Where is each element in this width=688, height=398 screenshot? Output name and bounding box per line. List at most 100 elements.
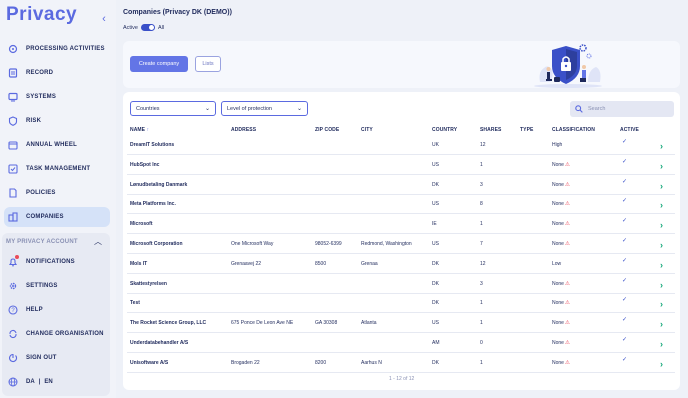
chevron-right-icon[interactable]: › bbox=[660, 136, 663, 156]
sidebar-item-record[interactable]: RECORD bbox=[4, 63, 110, 83]
wheel-icon bbox=[8, 140, 18, 150]
sidebar-item-label: SIGN OUT bbox=[26, 355, 57, 361]
table-row[interactable]: Mols IT Grenaavej 22 8500 Grenaa DK 12 Low ✓ › bbox=[127, 254, 675, 274]
table-row[interactable]: DreamIT Solutions UK 12 High ✓ › bbox=[127, 135, 675, 155]
chevron-right-icon[interactable]: › bbox=[660, 275, 663, 295]
lang-da[interactable]: DA bbox=[26, 379, 35, 385]
gear-icon bbox=[8, 281, 18, 291]
sidebar-item-label: RECORD bbox=[26, 70, 54, 76]
chevron-right-icon[interactable]: › bbox=[660, 255, 663, 275]
check-icon: ✓ bbox=[622, 158, 628, 165]
active-all-toggle[interactable] bbox=[140, 24, 155, 31]
cell-country: DK bbox=[432, 280, 439, 287]
cell-classification: None⚠ bbox=[552, 313, 570, 333]
sidebar-item-risk[interactable]: RISK bbox=[4, 111, 110, 131]
lang-separator: | bbox=[38, 379, 41, 385]
cell-shares: 1 bbox=[480, 161, 483, 168]
sidebar-item-label: RISK bbox=[26, 118, 42, 124]
table-row[interactable]: Test DK 1 None⚠ ✓ › bbox=[127, 293, 675, 314]
lang-en[interactable]: EN bbox=[44, 379, 52, 385]
chevron-right-icon[interactable]: › bbox=[660, 334, 663, 354]
table-row[interactable]: Unisoftware A/S Brogaden 22 8200 Aarhus N DK… bbox=[127, 353, 675, 373]
create-company-button[interactable]: Create company bbox=[130, 56, 188, 72]
column-header-label: NAME bbox=[130, 127, 146, 133]
table-row[interactable]: Skattestyrelsen DK 3 None⚠ ✓ › bbox=[127, 274, 675, 294]
classification-value: None bbox=[552, 359, 564, 366]
warning-icon: ⚠ bbox=[564, 320, 570, 327]
cell-country: UK bbox=[432, 142, 439, 148]
warning-icon: ⚠ bbox=[564, 340, 570, 346]
chevron-right-icon[interactable]: › bbox=[660, 314, 663, 334]
check-icon: ✓ bbox=[622, 356, 628, 363]
task-icon bbox=[8, 164, 18, 174]
table-row[interactable]: Underdatabehandler A/S AM 0 None⚠ ✓ › bbox=[127, 333, 675, 353]
cell-address: 675 Ponce De Leon Ave NE bbox=[231, 320, 294, 327]
sidebar-item-policies[interactable]: POLICIES bbox=[4, 183, 110, 203]
column-header-classification[interactable]: CLASSIFICATION bbox=[552, 127, 595, 133]
chevron-right-icon[interactable]: › bbox=[660, 195, 663, 215]
search-input[interactable] bbox=[588, 106, 668, 112]
warning-icon: ⚠ bbox=[564, 181, 570, 188]
cell-classification: None⚠ bbox=[552, 353, 570, 373]
chevron-up-icon[interactable]: ︿ bbox=[92, 236, 104, 248]
cell-name: Test bbox=[130, 300, 140, 307]
cell-country: US bbox=[432, 241, 439, 247]
table-row[interactable]: The Rocket Science Group, LLC 675 Ponce D… bbox=[127, 313, 675, 334]
cell-shares: 1 bbox=[480, 359, 483, 366]
sidebar-item-label: SETTINGS bbox=[26, 283, 58, 289]
chevron-right-icon[interactable]: › bbox=[660, 235, 663, 255]
check-icon: ✓ bbox=[622, 277, 628, 284]
check-icon: ✓ bbox=[622, 337, 628, 343]
sidebar-item-settings[interactable]: SETTINGS bbox=[4, 276, 110, 296]
warning-icon: ⚠ bbox=[564, 201, 570, 208]
column-header-type[interactable]: TYPE bbox=[520, 127, 533, 133]
cell-name: The Rocket Science Group, LLC bbox=[130, 320, 207, 327]
chevron-right-icon[interactable]: › bbox=[660, 176, 663, 196]
column-header-country[interactable]: COUNTRY bbox=[432, 127, 457, 133]
sidebar-item-help[interactable]: ? HELP bbox=[4, 300, 110, 320]
sidebar-item-task-management[interactable]: TASK MANAGEMENT bbox=[4, 159, 110, 179]
column-header-shares[interactable]: SHARES bbox=[480, 127, 501, 133]
sidebar-item-label: POLICIES bbox=[26, 190, 56, 196]
column-header-city[interactable]: CITY bbox=[361, 127, 373, 133]
table-row[interactable]: Microsoft IE 1 None⚠ ✓ › bbox=[127, 214, 675, 235]
cell-city: Atlanta bbox=[361, 320, 377, 327]
warning-icon: ⚠ bbox=[564, 300, 570, 307]
column-header-zip[interactable]: ZIP CODE bbox=[315, 127, 339, 133]
sidebar-item-label: COMPANIES bbox=[26, 214, 64, 220]
chevron-right-icon[interactable]: › bbox=[660, 354, 663, 374]
table-row[interactable]: Lønudbetaling Danmark DK 3 None⚠ ✓ › bbox=[127, 175, 675, 195]
column-header-name[interactable]: NAME ↑ bbox=[130, 127, 149, 133]
column-header-address[interactable]: ADDRESS bbox=[231, 127, 256, 133]
table-row[interactable]: HubSpot Inc US 1 None⚠ ✓ › bbox=[127, 155, 675, 175]
sidebar-item-change-organisation[interactable]: CHANGE ORGANISATION bbox=[4, 324, 110, 344]
toggle-label-all: All bbox=[157, 24, 165, 31]
sidebar-item-label: PROCESSING ACTIVITIES bbox=[26, 46, 105, 52]
cell-country: US bbox=[432, 201, 439, 208]
countries-select-value: Countries bbox=[136, 105, 160, 112]
sidebar-item-systems[interactable]: SYSTEMS bbox=[4, 87, 110, 107]
countries-select[interactable]: Countries ⌄ bbox=[130, 101, 216, 116]
cell-country: AM bbox=[432, 340, 440, 346]
sidebar-item-companies[interactable]: COMPANIES bbox=[4, 207, 110, 227]
sidebar-item-notifications[interactable]: NOTIFICATIONS bbox=[4, 252, 110, 272]
table-row[interactable]: Meta Platforms Inc. US 8 None⚠ ✓ › bbox=[127, 194, 675, 215]
cell-classification: None⚠ bbox=[552, 214, 570, 234]
pagination-info: 1 - 12 of 12 bbox=[389, 376, 415, 382]
chevron-right-icon[interactable]: › bbox=[660, 156, 663, 176]
level-of-protection-select[interactable]: Level of protection ⌄ bbox=[221, 101, 308, 116]
risk-icon bbox=[8, 116, 18, 126]
chevron-left-icon[interactable]: ‹ bbox=[98, 12, 110, 26]
cell-shares: 7 bbox=[480, 241, 483, 247]
sidebar-item-processing-activities[interactable]: PROCESSING ACTIVITIES bbox=[4, 39, 110, 59]
sidebar-item-sign-out[interactable]: SIGN OUT bbox=[4, 348, 110, 368]
sidebar-item-annual-wheel[interactable]: ANNUAL WHEEL bbox=[4, 135, 110, 155]
lists-button[interactable]: Lists bbox=[195, 56, 221, 72]
cell-shares: 12 bbox=[480, 142, 486, 148]
chevron-right-icon[interactable]: › bbox=[660, 294, 663, 314]
cell-classification: Low bbox=[552, 254, 561, 274]
app-logo: Privacy bbox=[6, 4, 78, 25]
table-row[interactable]: Microsoft Corporation One Microsoft Way 98… bbox=[127, 234, 675, 254]
sidebar-item-label: ANNUAL WHEEL bbox=[26, 142, 77, 148]
chevron-right-icon[interactable]: › bbox=[660, 215, 663, 235]
